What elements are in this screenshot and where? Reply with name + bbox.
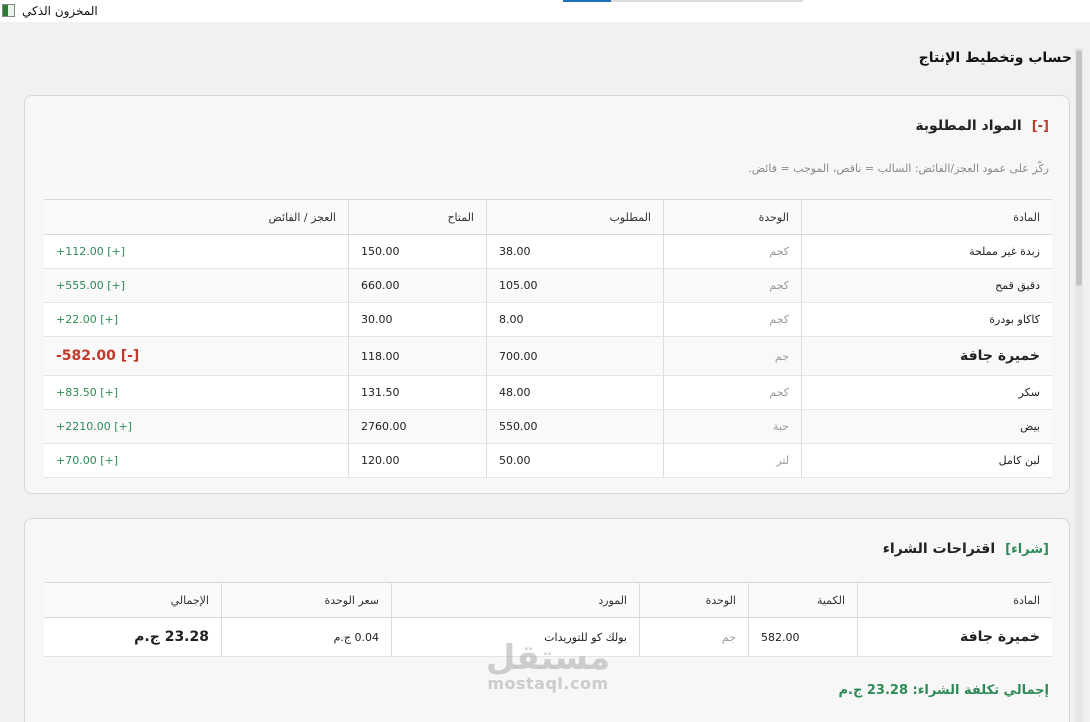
material-required: 105.00: [486, 268, 664, 303]
scrollbar-thumb[interactable]: [1076, 50, 1082, 286]
material-diff: +555.00 [+]: [44, 268, 349, 303]
purchase-unit: جم: [639, 617, 749, 657]
material-name: دقيق قمح: [801, 268, 1052, 303]
purchase-tag: [شراء]: [1005, 541, 1049, 557]
vertical-scrollbar[interactable]: [1075, 48, 1083, 722]
purchase-table[interactable]: المادة الكمية الوحدة المورد سعر الوحدة ا…: [44, 582, 1052, 657]
material-unit: لتر: [663, 443, 802, 478]
material-available: 120.00: [348, 443, 487, 478]
materials-hint: ركّز على عمود العجز/الفائض: السالب = ناق…: [748, 162, 1049, 175]
material-name: خميرة جافة: [801, 336, 1052, 376]
materials-header: [-] المواد المطلوبة: [915, 118, 1049, 134]
table-header-row: المادة الكمية الوحدة المورد سعر الوحدة ا…: [44, 582, 1052, 618]
column-header-required[interactable]: المطلوب: [486, 199, 664, 235]
table-row[interactable]: دقيق قمح كجم 105.00 660.00 +555.00 [+]: [44, 268, 1052, 303]
material-diff: +22.00 [+]: [44, 302, 349, 337]
material-available: 30.00: [348, 302, 487, 337]
column-header-unit[interactable]: الوحدة: [663, 199, 802, 235]
material-required: 8.00: [486, 302, 664, 337]
purchase-card: [شراء] اقتراحات الشراء المادة الكمية الو…: [24, 518, 1070, 722]
material-diff: +2210.00 [+]: [44, 409, 349, 444]
material-required: 50.00: [486, 443, 664, 478]
material-required: 48.00: [486, 375, 664, 410]
materials-status-tag: [-]: [1031, 118, 1049, 134]
material-diff: +83.50 [+]: [44, 375, 349, 410]
purchase-total: 23.28 ج.م: [44, 617, 222, 657]
table-row[interactable]: زبدة غير مملحة كجم 38.00 150.00 +112.00 …: [44, 234, 1052, 269]
column-header-quantity[interactable]: الكمية: [748, 582, 858, 618]
material-unit: كجم: [663, 302, 802, 337]
material-name: زبدة غير مملحة: [801, 234, 1052, 269]
material-unit: كجم: [663, 268, 802, 303]
purchase-quantity: 582.00: [748, 617, 858, 657]
material-available: 2760.00: [348, 409, 487, 444]
purchase-total-summary: إجمالي تكلفة الشراء: 23.28 ج.م: [838, 683, 1049, 698]
purchase-unit-price: 0.04 ج.م: [221, 617, 392, 657]
app-icon: [2, 4, 15, 17]
materials-title: المواد المطلوبة: [915, 118, 1022, 134]
material-available: 131.50: [348, 375, 487, 410]
column-header-material[interactable]: المادة: [801, 199, 1052, 235]
table-row-shortage[interactable]: خميرة جافة جم 700.00 118.00 -582.00 [-]: [44, 336, 1052, 376]
column-header-unit-price[interactable]: سعر الوحدة: [221, 582, 392, 618]
window-titlebar: المخزون الذكي: [0, 0, 1090, 22]
material-name: سكر: [801, 375, 1052, 410]
material-unit: جم: [663, 336, 802, 376]
column-header-total[interactable]: الإجمالي: [44, 582, 222, 618]
material-name: لبن كامل: [801, 443, 1052, 478]
material-required: 550.00: [486, 409, 664, 444]
material-unit: كجم: [663, 234, 802, 269]
active-tab-indicator: [563, 0, 611, 2]
material-name: بيض: [801, 409, 1052, 444]
material-required: 38.00: [486, 234, 664, 269]
column-header-available[interactable]: المتاح: [348, 199, 487, 235]
material-available: 118.00: [348, 336, 487, 376]
material-available: 150.00: [348, 234, 487, 269]
window-title: المخزون الذكي: [22, 4, 98, 18]
table-row[interactable]: بيض حبة 550.00 2760.00 +2210.00 [+]: [44, 409, 1052, 444]
materials-card: [-] المواد المطلوبة ركّز على عمود العجز/…: [24, 95, 1070, 494]
table-row[interactable]: كاكاو بودرة كجم 8.00 30.00 +22.00 [+]: [44, 302, 1052, 337]
column-header-material[interactable]: المادة: [857, 582, 1052, 618]
material-diff: +112.00 [+]: [44, 234, 349, 269]
column-header-unit[interactable]: الوحدة: [639, 582, 749, 618]
material-required: 700.00: [486, 336, 664, 376]
table-header-row: المادة الوحدة المطلوب المتاح العجز / الف…: [44, 199, 1052, 235]
top-tab-strip: [563, 0, 803, 2]
page-title: حساب وتخطيط الإنتاج: [918, 50, 1072, 66]
material-diff: -582.00 [-]: [44, 336, 349, 376]
material-unit: حبة: [663, 409, 802, 444]
material-unit: كجم: [663, 375, 802, 410]
purchase-material-name: خميرة جافة: [857, 617, 1052, 657]
purchase-title: اقتراحات الشراء: [882, 541, 996, 557]
table-row[interactable]: سكر كجم 48.00 131.50 +83.50 [+]: [44, 375, 1052, 410]
materials-table[interactable]: المادة الوحدة المطلوب المتاح العجز / الف…: [44, 199, 1052, 478]
purchase-header: [شراء] اقتراحات الشراء: [883, 541, 1049, 557]
material-diff: +70.00 [+]: [44, 443, 349, 478]
column-header-supplier[interactable]: المورد: [391, 582, 640, 618]
material-name: كاكاو بودرة: [801, 302, 1052, 337]
column-header-diff[interactable]: العجز / الفائض: [44, 199, 349, 235]
material-available: 660.00: [348, 268, 487, 303]
purchase-supplier: بولك كو للتوريدات: [391, 617, 640, 657]
table-row[interactable]: لبن كامل لتر 50.00 120.00 +70.00 [+]: [44, 443, 1052, 478]
main-content[interactable]: حساب وتخطيط الإنتاج [-] المواد المطلوبة …: [24, 23, 1074, 722]
table-row[interactable]: خميرة جافة 582.00 جم بولك كو للتوريدات 0…: [44, 617, 1052, 657]
